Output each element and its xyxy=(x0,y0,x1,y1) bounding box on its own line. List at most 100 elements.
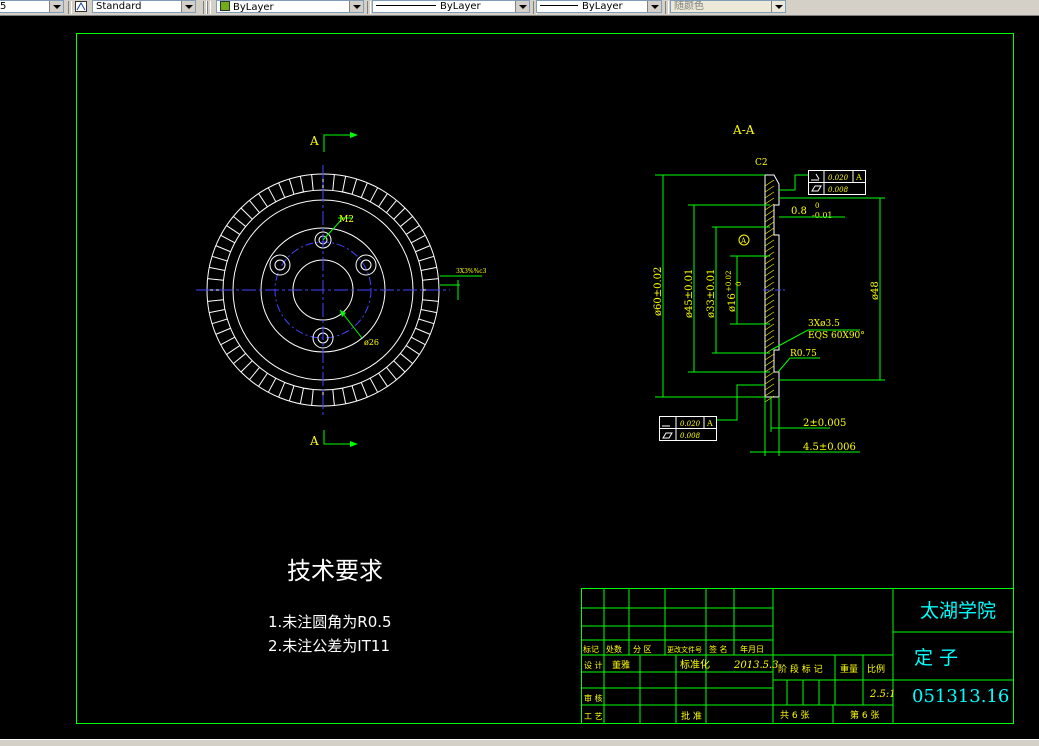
hatch-line xyxy=(764,359,775,367)
gear-tooth xyxy=(278,182,286,198)
chamfer-label: C2 xyxy=(755,158,768,168)
hatch-line xyxy=(764,269,775,277)
plot-style-combo[interactable]: 随颜色 xyxy=(670,0,786,13)
gear-tooth xyxy=(405,225,420,235)
gear-tooth xyxy=(211,318,228,325)
drawing-number: 051313.16 xyxy=(912,686,1009,707)
tolerance-datum: A xyxy=(706,419,713,428)
hatch-line xyxy=(764,209,775,217)
label-design: 设 计 xyxy=(584,660,603,670)
gear-tooth xyxy=(226,345,241,355)
linetype-combo[interactable]: ByLayer xyxy=(372,0,530,13)
scale-value: 2.5:1 xyxy=(869,689,896,700)
radius-dimension: R0.75 xyxy=(790,349,817,359)
gear-tooth xyxy=(209,309,226,314)
gear-tooth xyxy=(399,216,413,227)
pcd-dimension: ø26 xyxy=(364,338,379,347)
gear-tooth xyxy=(332,389,335,406)
step-dimension: 0.8 xyxy=(791,206,807,217)
gear-tooth xyxy=(233,353,247,364)
gear-tooth xyxy=(220,234,236,244)
chevron-down-icon[interactable] xyxy=(349,1,363,12)
gear-tooth xyxy=(378,372,388,387)
gear-tooth xyxy=(220,336,236,346)
gear-tooth xyxy=(386,200,397,214)
tolerance-value: 0.008 xyxy=(828,186,849,194)
gear-tooth xyxy=(422,278,439,281)
thread-dimension: M2 xyxy=(339,215,354,225)
hatch-line xyxy=(764,329,775,337)
gear-tooth xyxy=(393,360,406,373)
toolbar-separator xyxy=(665,1,669,14)
sheet-number: 第 6 张 xyxy=(850,709,879,721)
color-combo[interactable]: ByLayer xyxy=(216,0,364,13)
inner-thickness-dimension: 2±0.005 xyxy=(803,418,846,429)
gear-tooth xyxy=(351,385,358,402)
color-swatch-icon xyxy=(220,1,230,11)
hatch-line xyxy=(764,353,775,361)
text-style-icon[interactable] xyxy=(75,1,87,12)
chevron-down-icon[interactable] xyxy=(181,1,195,12)
hatch-line xyxy=(764,389,775,397)
design-date: 2013.5.3 xyxy=(733,660,779,671)
hatch-line xyxy=(764,197,775,205)
hatch-line xyxy=(764,233,775,241)
tech-requirement-item: 2.未注公差为IT11 xyxy=(268,637,390,655)
lineweight-combo[interactable]: ByLayer xyxy=(536,0,662,13)
designer-name: 董雅 xyxy=(612,659,630,671)
gear-tooth xyxy=(415,327,431,335)
gear-tooth xyxy=(299,176,304,193)
parallelogram-icon xyxy=(662,432,673,439)
gear-tooth xyxy=(386,366,397,380)
gear-tooth xyxy=(215,245,231,253)
hatch-line xyxy=(764,371,775,379)
d33-dimension: ø33±0.01 xyxy=(706,269,717,318)
hatch-line xyxy=(764,281,775,289)
d16-dimension: ø16 xyxy=(727,293,738,312)
gear-tooth xyxy=(211,255,228,262)
gear-tooth xyxy=(258,193,268,208)
step-upper-tolerance: 0 xyxy=(815,202,819,210)
drawing-canvas[interactable]: M2 ø26 3X3%%c3 A A A-A C2 ø60±0.02 ø45±0… xyxy=(0,16,1039,739)
hatch-line xyxy=(764,317,775,325)
mounting-hole xyxy=(269,254,291,276)
gear-tooth xyxy=(288,385,295,402)
sheets-total: 共 6 张 xyxy=(780,710,809,721)
toolbar-separator xyxy=(68,1,72,14)
gear-tooth xyxy=(369,187,379,203)
lineweight-preview xyxy=(540,5,578,6)
tolerance-value: 0.020 xyxy=(680,420,701,428)
gear-tooth xyxy=(299,387,304,404)
label-weight: 重量 xyxy=(840,663,858,675)
hatch-line xyxy=(764,299,775,307)
hatch-line xyxy=(764,293,775,301)
chevron-down-icon[interactable] xyxy=(49,1,63,12)
gear-tooth xyxy=(420,266,437,271)
gear-tooth xyxy=(267,377,277,393)
dimension-style-combo[interactable]: 5 xyxy=(0,0,64,13)
outer-diameter-dimension: ø60±0.02 xyxy=(653,267,664,316)
chevron-down-icon[interactable] xyxy=(647,1,661,12)
section-label-top: A xyxy=(309,134,319,148)
text-style-combo[interactable]: Standard xyxy=(92,0,196,13)
gear-tooth xyxy=(311,174,314,191)
label-process: 工 艺 xyxy=(584,712,603,721)
gear-tooth xyxy=(209,266,226,271)
eqs-note: EQS 60X90° xyxy=(808,331,865,341)
gear-tooth xyxy=(410,234,426,244)
chevron-down-icon[interactable] xyxy=(771,1,785,12)
gear-tooth xyxy=(240,360,253,373)
school-name: 太湖学院 xyxy=(920,600,996,622)
header-sign: 签 名 xyxy=(709,644,728,654)
gear-tooth xyxy=(342,176,347,193)
label-standardization: 标准化 xyxy=(680,658,710,671)
gear-tooth xyxy=(249,366,260,380)
header-date: 年月日 xyxy=(740,644,764,654)
chevron-down-icon[interactable] xyxy=(515,1,529,12)
title-block-text: 太湖学院 定 子 051313.16 标记 处数 分 区 更改文件号 签 名 年… xyxy=(583,600,1009,722)
hatch-line xyxy=(764,191,775,199)
step-lower-tolerance: -0.01 xyxy=(812,211,833,220)
tolerance-value: 0.020 xyxy=(828,174,849,182)
hatch-line xyxy=(764,341,775,349)
tech-requirements-heading: 技术要求 xyxy=(287,557,383,585)
